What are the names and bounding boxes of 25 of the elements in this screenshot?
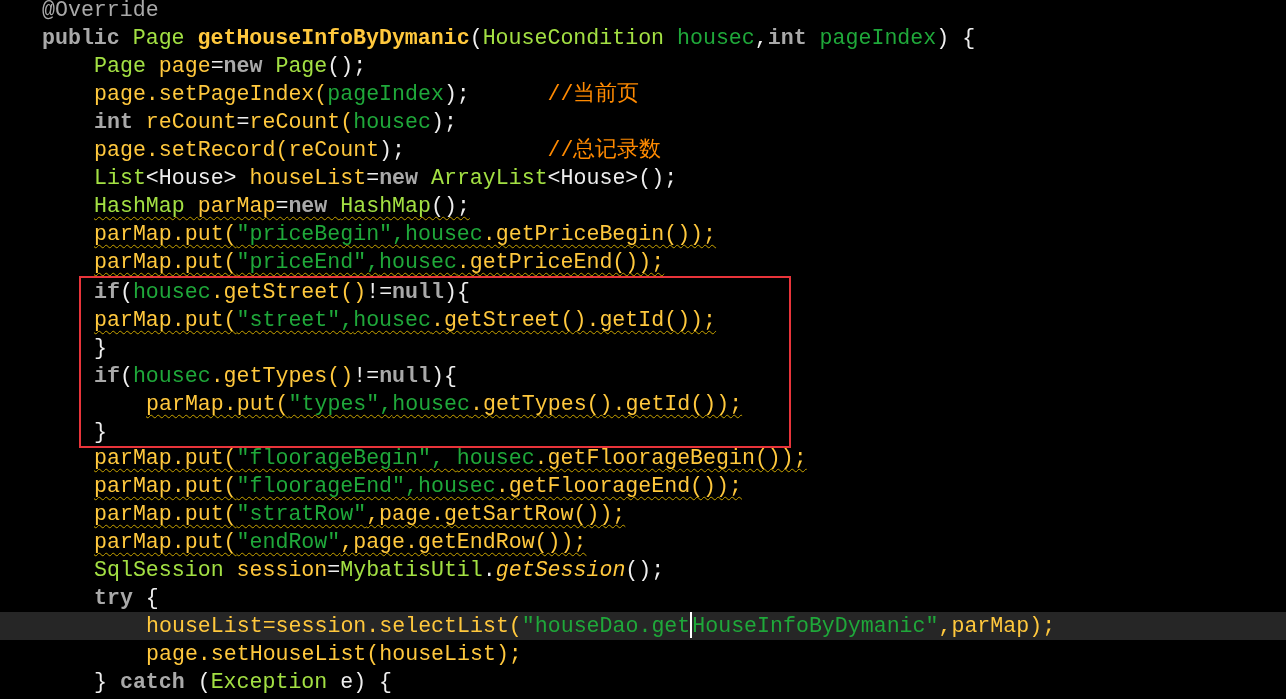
code-line: try { (94, 586, 159, 610)
code-line: parMap.put("street",housec.getStreet().getId()); (94, 308, 717, 332)
code-line: houseList=session.selectList("houseDao.get HouseInfoByDymanic",parMap); (146, 614, 1056, 638)
code-line: if(housec.getStreet()!=null){ (94, 280, 470, 304)
code-line: SqlSession session=MybatisUtil.getSession(); (94, 558, 665, 582)
code-line: parMap.put("floorageBegin", housec.getFloorageBegin()); (94, 446, 807, 470)
code-line: int reCount=reCount(housec); (94, 110, 457, 134)
code-line: @Override (42, 0, 159, 22)
code-line: page.setPageIndex(pageIndex); //当前页 (94, 82, 640, 106)
code-line: parMap.put("stratRow",page.getSartRow()); (94, 502, 626, 526)
code-line: public Page getHouseInfoByDymanic(HouseCondition housec,int pageIndex) { (42, 26, 976, 50)
code-line: if(housec.getTypes()!=null){ (94, 364, 457, 388)
code-line: } (94, 420, 107, 444)
code-line: page.setHouseList(houseList); (146, 642, 522, 666)
code-line: } catch (Exception e) { (94, 670, 393, 694)
code-line: } (94, 336, 107, 360)
code-line: page.setRecord(reCount); //总记录数 (94, 138, 662, 162)
code-line: parMap.put("priceBegin",housec.getPriceBegin()); (94, 222, 717, 246)
code-line: parMap.put("floorageEnd",housec.getFloorageEnd()); (94, 474, 742, 498)
code-line: HashMap parMap=new HashMap(); (94, 194, 470, 218)
code-line: parMap.put("priceEnd",housec.getPriceEnd()); (94, 250, 665, 274)
code-line: List<House> houseList=new ArrayList<House>(); (94, 166, 678, 190)
code-line: parMap.put("endRow",page.getEndRow()); (94, 530, 587, 554)
code-line: Page page=new Page(); (94, 54, 367, 78)
code-line: parMap.put("types",housec.getTypes().getId()); (146, 392, 743, 416)
